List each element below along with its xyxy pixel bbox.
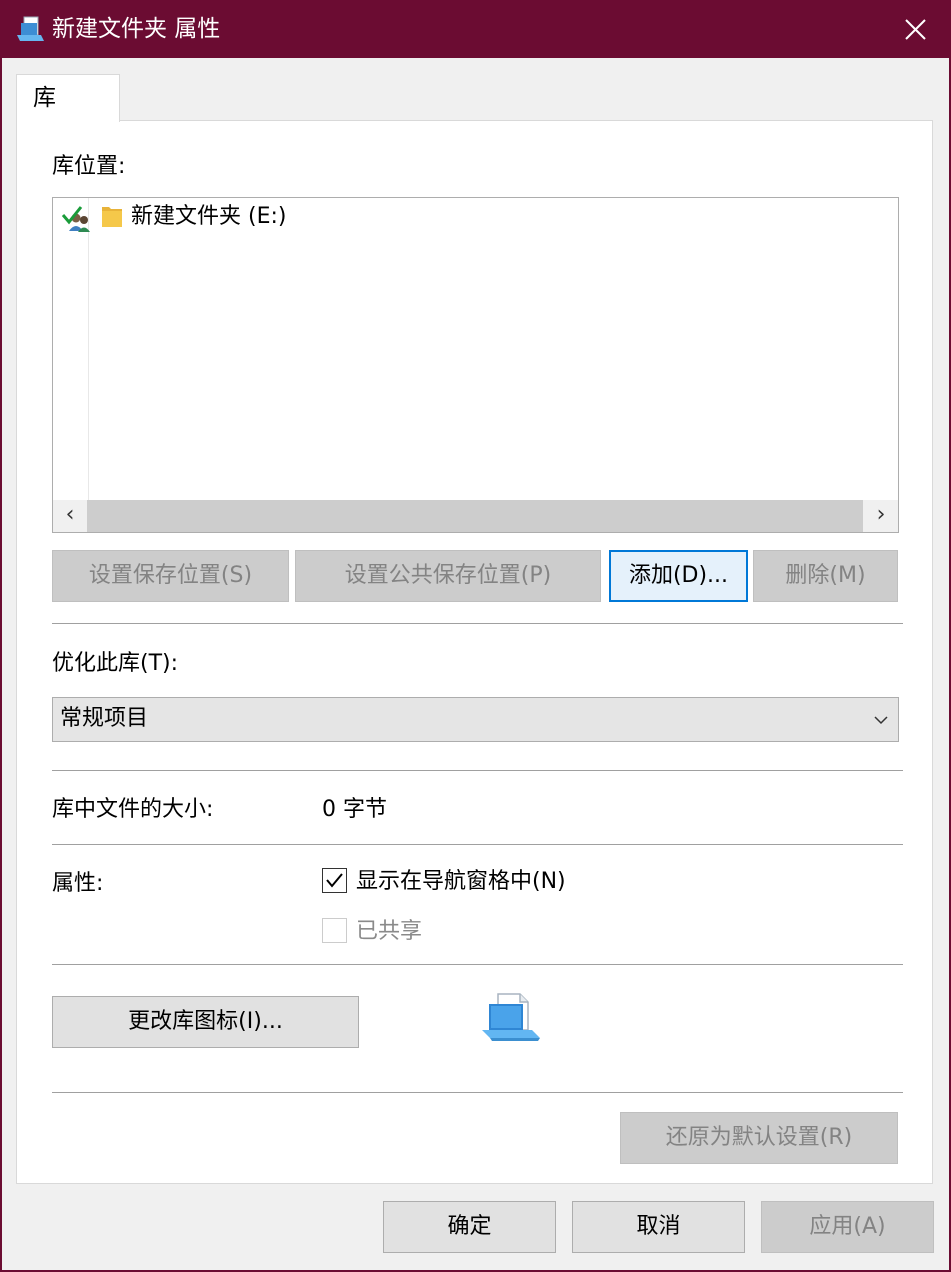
divider <box>52 770 903 771</box>
horizontal-scrollbar[interactable]: ‹ › <box>53 500 898 532</box>
divider <box>52 844 903 845</box>
window-title: 新建文件夹 属性 <box>52 16 221 42</box>
cancel-button[interactable]: 取消 <box>572 1201 745 1253</box>
list-item-label: 新建文件夹 (E:) <box>131 204 287 229</box>
ok-button[interactable]: 确定 <box>383 1201 556 1253</box>
list-column-divider <box>88 198 89 500</box>
chevron-down-icon <box>873 712 889 726</box>
restore-defaults-button[interactable]: 还原为默认设置(R) <box>620 1112 898 1164</box>
show-in-nav-checkbox[interactable] <box>322 868 347 893</box>
default-save-location-check-icon <box>61 204 91 234</box>
chevron-left-icon[interactable]: ‹ <box>53 500 87 532</box>
library-locations-list[interactable]: 新建文件夹 (E:) ‹ › <box>52 197 899 533</box>
library-size-label: 库中文件的大小: <box>52 797 214 822</box>
remove-location-button[interactable]: 删除(M) <box>753 550 898 602</box>
divider <box>52 1092 903 1093</box>
chevron-right-icon[interactable]: › <box>864 500 898 532</box>
scrollbar-thumb[interactable] <box>87 500 863 532</box>
tab-library-label: 库 <box>33 85 56 111</box>
change-library-icon-button[interactable]: 更改库图标(I)... <box>52 996 359 1048</box>
set-save-location-button[interactable]: 设置保存位置(S) <box>52 550 289 602</box>
divider <box>52 623 903 624</box>
list-item[interactable]: 新建文件夹 (E:) <box>53 198 898 238</box>
attributes-label: 属性: <box>52 871 104 896</box>
divider <box>52 964 903 965</box>
shared-checkbox[interactable] <box>322 918 347 943</box>
close-button[interactable] <box>895 10 935 50</box>
show-in-nav-label[interactable]: 显示在导航窗格中(N) <box>356 868 566 896</box>
folder-icon <box>101 204 123 228</box>
add-location-button[interactable]: 添加(D)... <box>609 550 748 602</box>
tab-library[interactable]: 库 <box>16 74 120 122</box>
library-locations-label: 库位置: <box>52 154 126 179</box>
set-public-save-location-button[interactable]: 设置公共保存位置(P) <box>295 550 601 602</box>
close-icon <box>905 19 926 40</box>
checkmark-icon <box>326 873 343 888</box>
library-preview-icon <box>480 990 542 1044</box>
optimize-label: 优化此库(T): <box>52 651 179 676</box>
apply-button[interactable]: 应用(A) <box>761 1201 934 1253</box>
shared-label: 已共享 <box>356 919 423 944</box>
optimize-dropdown[interactable]: 常规项目 <box>52 697 899 742</box>
optimize-selected-value: 常规项目 <box>60 706 149 731</box>
library-size-value: 0 字节 <box>322 797 387 822</box>
title-bar[interactable]: 新建文件夹 属性 <box>0 0 951 58</box>
library-icon <box>16 15 46 43</box>
